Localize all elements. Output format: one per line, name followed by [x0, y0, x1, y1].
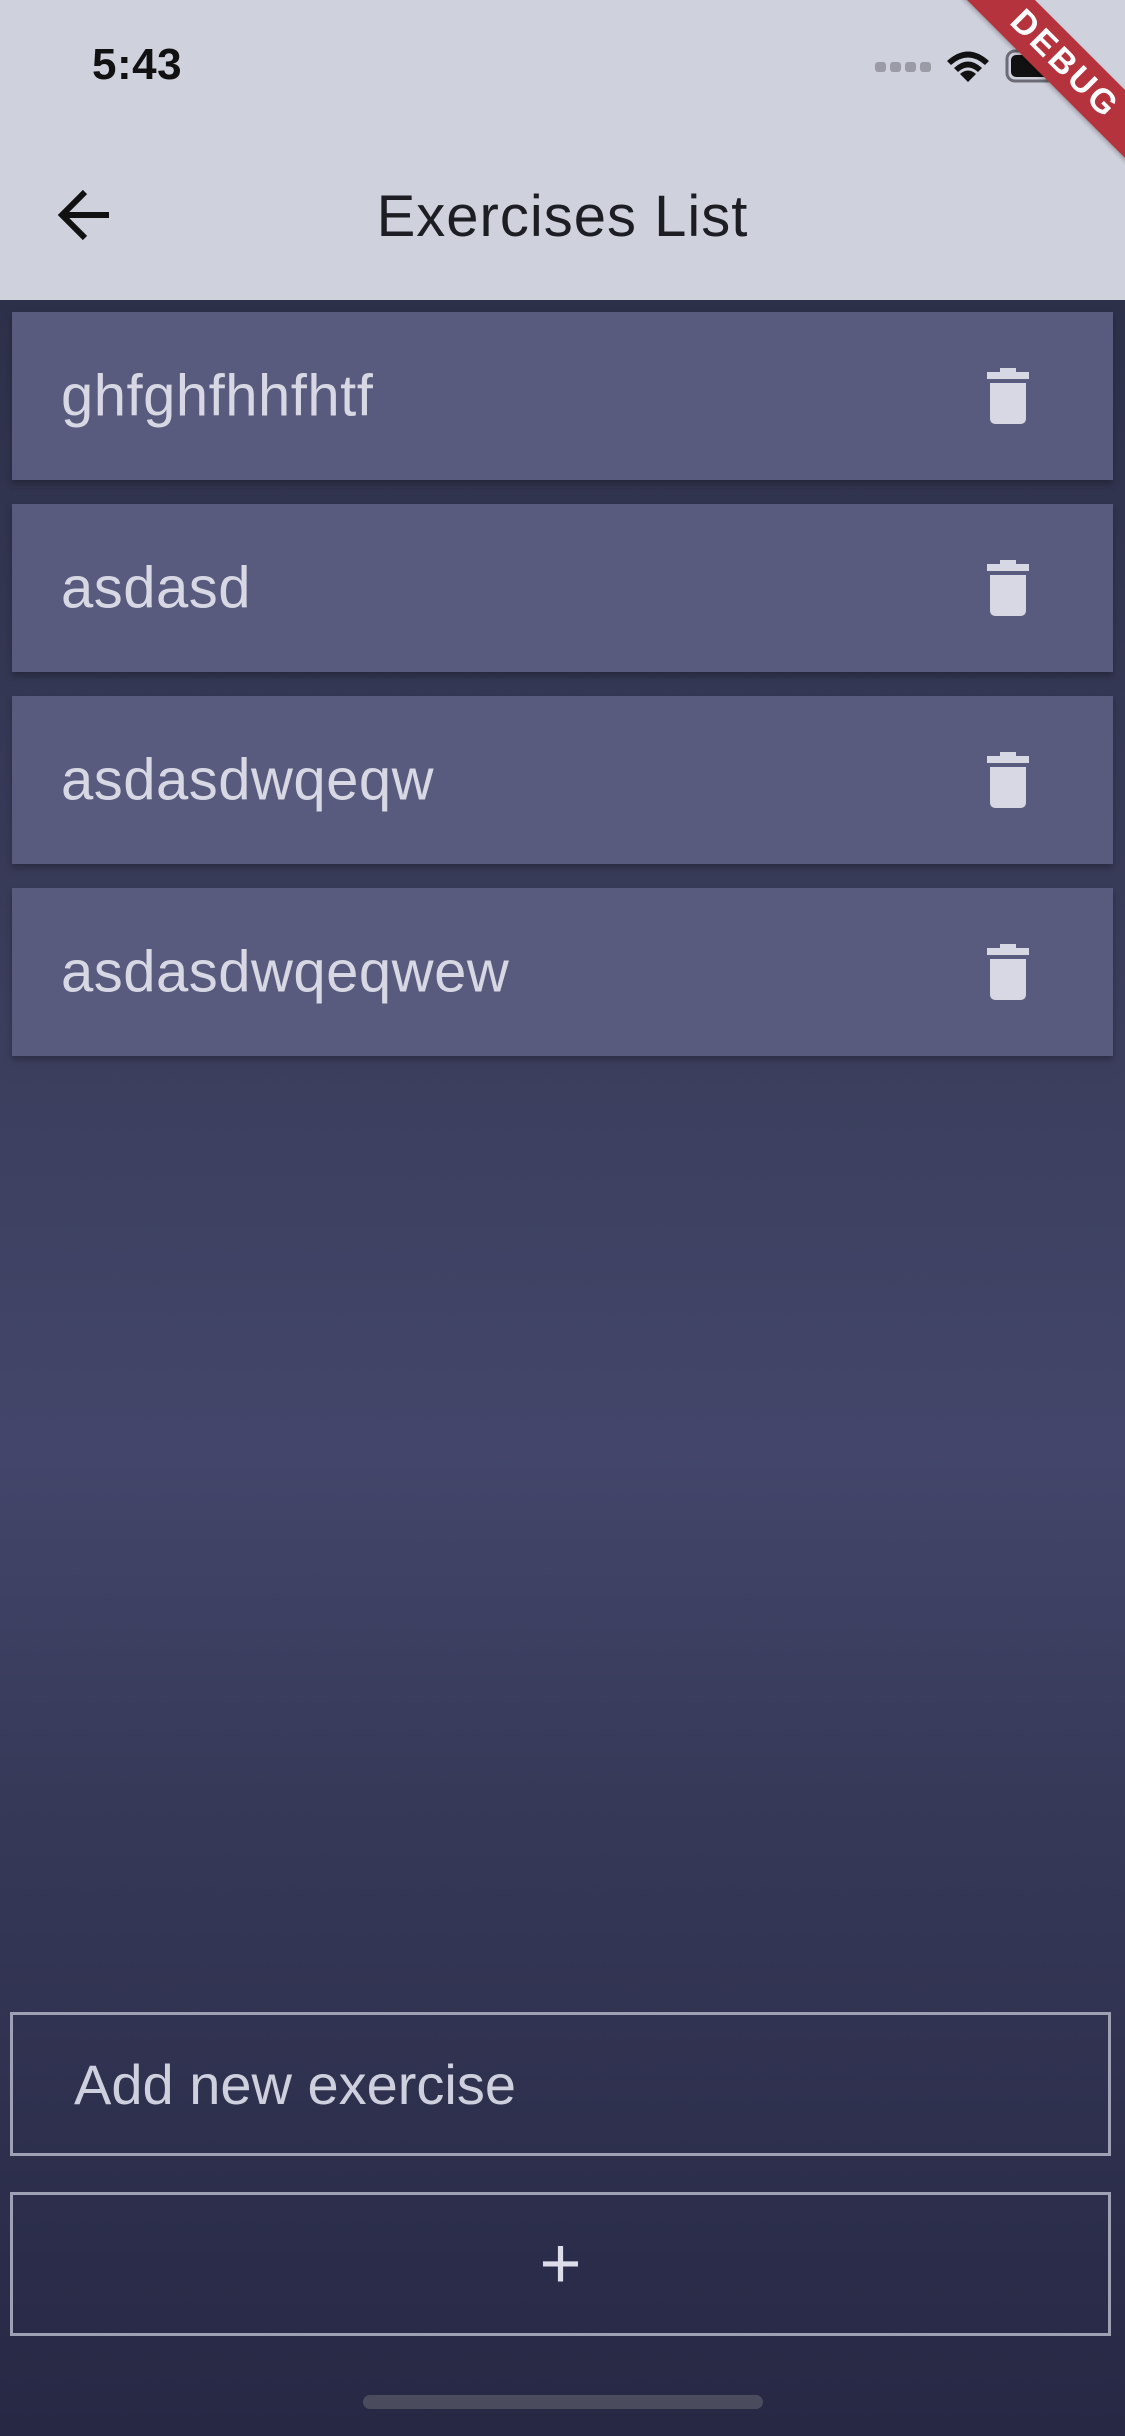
- list-item[interactable]: asdasdwqeqwew: [12, 888, 1113, 1056]
- list-item[interactable]: ghfghfhhfhtf: [12, 312, 1113, 480]
- exercise-name: asdasdwqeqwew: [61, 939, 510, 1005]
- add-exercise-input[interactable]: [10, 2012, 1111, 2156]
- list-item[interactable]: asdasd: [12, 504, 1113, 672]
- wifi-icon: [947, 51, 989, 82]
- trash-icon: [987, 752, 1029, 808]
- exercise-list: ghfghfhhfhtf asdasd asdasdwqeqw asdasdwq…: [12, 312, 1113, 1080]
- home-indicator: [363, 2395, 763, 2409]
- add-exercise-button[interactable]: +: [10, 2192, 1111, 2336]
- trash-icon: [987, 944, 1029, 1000]
- exercise-name: ghfghfhhfhtf: [61, 363, 374, 429]
- app-bar: 5:43 DEBUG Exercises List: [0, 0, 1125, 300]
- exercise-name: asdasd: [61, 555, 252, 621]
- page-title: Exercises List: [376, 184, 749, 249]
- trash-icon: [987, 368, 1029, 424]
- delete-button[interactable]: [973, 548, 1043, 628]
- trash-icon: [987, 560, 1029, 616]
- signal-icon: [875, 62, 931, 72]
- delete-button[interactable]: [973, 932, 1043, 1012]
- list-item[interactable]: asdasdwqeqw: [12, 696, 1113, 864]
- delete-button[interactable]: [973, 356, 1043, 436]
- exercise-name: asdasdwqeqw: [61, 747, 435, 813]
- status-time: 5:43: [92, 40, 183, 89]
- delete-button[interactable]: [973, 740, 1043, 820]
